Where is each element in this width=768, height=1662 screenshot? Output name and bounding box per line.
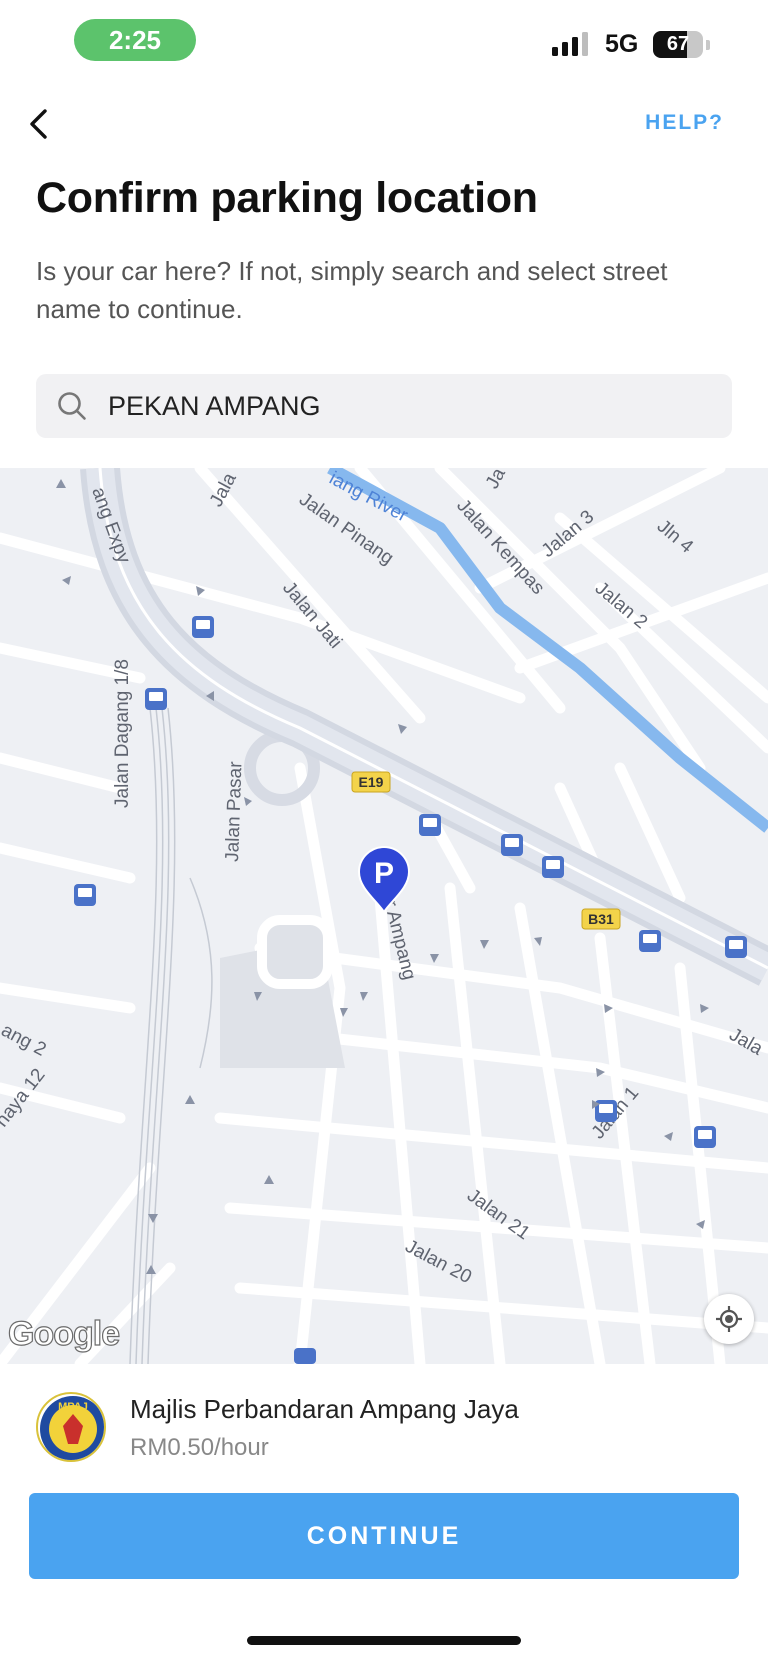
map-view[interactable]: ang Expy iang River Jalan Pinang Jalan K… xyxy=(0,468,768,1364)
map-label-jalan-pasar: Jalan Pasar xyxy=(222,760,247,862)
operator-logo-text: MPAJ xyxy=(58,1401,88,1413)
help-link[interactable]: HELP? xyxy=(645,111,724,135)
status-time: 2:25 xyxy=(74,19,196,61)
home-indicator xyxy=(247,1636,521,1645)
locate-me-button[interactable] xyxy=(704,1294,754,1344)
google-attribution: Google xyxy=(7,1314,120,1353)
map-canvas[interactable]: ang Expy iang River Jalan Pinang Jalan K… xyxy=(0,468,768,1364)
route-shield-b31-label: B31 xyxy=(588,911,614,927)
locate-icon xyxy=(716,1306,742,1332)
operator-name: Majlis Perbandaran Ampang Jaya xyxy=(130,1394,519,1424)
search-bar[interactable] xyxy=(36,374,732,438)
route-shield-e19: E19 xyxy=(351,771,391,793)
back-button[interactable] xyxy=(18,104,58,144)
signal-icon xyxy=(552,32,588,56)
page-subtitle: Is your car here? If not, simply search … xyxy=(36,256,668,324)
operator-logo: MPAJ xyxy=(36,1392,106,1462)
search-icon xyxy=(52,386,92,426)
route-shield-b31: B31 xyxy=(581,908,621,930)
battery-tip xyxy=(706,40,710,50)
route-shield-e19-label: E19 xyxy=(359,774,384,790)
parking-operator: MPAJ Majlis Perbandaran Ampang Jaya RM0.… xyxy=(36,1392,736,1468)
bus-stop-icon[interactable] xyxy=(294,1348,316,1364)
parking-rate: RM0.50/hour xyxy=(130,1434,269,1461)
map-label-jalan-dagang: Jalan Dagang 1/8 xyxy=(112,659,133,808)
status-bar: 2:25 5G 67 xyxy=(0,0,768,80)
parking-pin[interactable]: P xyxy=(356,844,412,914)
chevron-left-icon xyxy=(30,109,47,139)
battery-percentage: 67 xyxy=(666,33,690,55)
search-input[interactable] xyxy=(108,390,708,422)
battery-icon: 67 xyxy=(653,31,703,58)
network-type: 5G xyxy=(605,30,639,58)
continue-button[interactable]: CONTINUE xyxy=(29,1493,739,1579)
parking-pin-letter: P xyxy=(374,857,394,890)
page-title: Confirm parking location xyxy=(36,174,538,222)
